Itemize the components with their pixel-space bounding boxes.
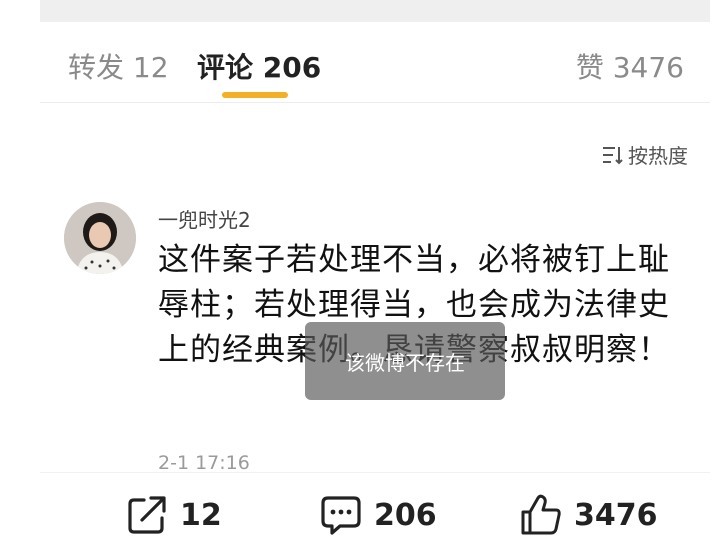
top-gray-bar [40,0,710,22]
sort-label: 按热度 [628,144,688,168]
active-tab-indicator [222,92,288,98]
share-button[interactable]: 12 [124,492,222,538]
avatar[interactable] [64,202,136,274]
like-count: 3476 [574,497,658,533]
comment-timestamp: 2-1 17:16 [158,452,250,474]
tab-comment[interactable]: 评论 206 [197,46,321,86]
toast-text: 该微博不存在 [345,350,465,375]
thumbs-up-icon [521,494,561,535]
divider [40,102,710,103]
comment-button[interactable]: 206 [318,492,437,538]
tab-forward[interactable]: 转发 12 [68,46,169,86]
comment-count: 206 [374,497,437,533]
tab-like[interactable]: 赞 3476 [576,46,684,86]
share-count: 12 [180,497,222,533]
sort-button[interactable]: 按热度 [602,140,688,169]
toast-message: 该微博不存在 [305,322,505,400]
share-icon [128,496,166,534]
avatar-image [64,202,136,274]
comment-username[interactable]: 一兜时光2 [158,204,251,233]
sort-icon [603,146,623,164]
action-bar: 12 206 3476 [0,488,720,546]
comment-icon [321,496,361,535]
like-button[interactable]: 3476 [518,492,658,538]
tab-bar: 转发 12 评论 206 赞 3476 [0,38,720,98]
divider [40,472,710,473]
